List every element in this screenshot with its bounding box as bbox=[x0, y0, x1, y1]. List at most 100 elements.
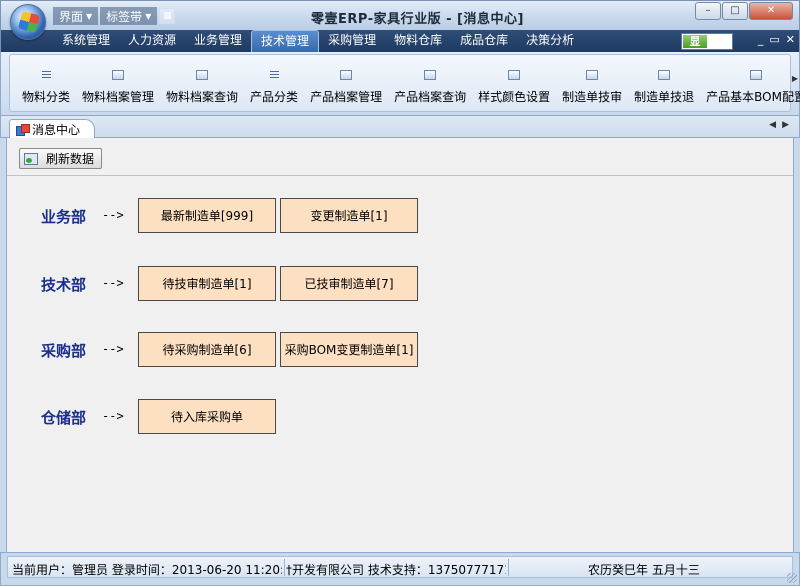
form-icon bbox=[586, 70, 599, 80]
department-row: 采购部 --> 待采购制造单[6] 采购BOM变更制造单[1] bbox=[7, 332, 793, 368]
skin-selector[interactable]: 显 bbox=[681, 33, 733, 50]
tab-scroll-right-icon[interactable]: ▶ bbox=[782, 120, 789, 130]
ribbon-button-2[interactable]: 物料档案查询 bbox=[160, 57, 244, 105]
department-arrow: --> bbox=[102, 342, 124, 356]
ribbon-button-8[interactable]: 制造单技退 bbox=[628, 57, 700, 105]
mdi-close-button[interactable]: ✕ bbox=[786, 33, 795, 46]
ribbon-button-label: 产品分类 bbox=[250, 90, 299, 104]
form-icon bbox=[424, 70, 437, 80]
interface-menu[interactable]: 界面 ▼ bbox=[53, 7, 99, 25]
interface-menu-label: 界面 bbox=[59, 9, 84, 24]
message-link-button[interactable]: 待入库采购单 bbox=[138, 399, 276, 434]
refresh-data-button[interactable]: 刷新数据 bbox=[19, 148, 102, 169]
ribbon-button-label: 产品档案管理 bbox=[310, 90, 383, 104]
application-menu-button[interactable] bbox=[10, 4, 46, 40]
ribbon-button-6[interactable]: 样式颜色设置 bbox=[472, 57, 556, 105]
tab-0[interactable]: 系统管理 bbox=[53, 30, 119, 52]
message-link-button[interactable]: 最新制造单[999] bbox=[138, 198, 276, 233]
tab-7[interactable]: 决策分析 bbox=[517, 30, 583, 52]
department-arrow: --> bbox=[102, 276, 124, 290]
message-center-icon bbox=[16, 123, 30, 136]
tab-4[interactable]: 采购管理 bbox=[319, 30, 385, 52]
ribbon-button-label: 产品基本BOM配置 bbox=[706, 90, 800, 104]
status-user-login: 当前用户：管理员 登录时间：2013-06-20 11:20:05 bbox=[12, 563, 282, 577]
ribbon-button-label: 产品档案查询 bbox=[394, 90, 467, 104]
mdi-restore-button[interactable]: ▭ bbox=[769, 33, 779, 46]
list-icon bbox=[269, 71, 279, 80]
document-tab-strip: 消息中心 ◀ ▶ bbox=[0, 116, 800, 138]
message-center-panel: 刷新数据 业务部 --> 最新制造单[999] 变更制造单[1] 技术部 --> 待技审制造… bbox=[6, 138, 794, 552]
chevron-down-icon: ▼ bbox=[86, 11, 93, 21]
ribbon-button-4[interactable]: 产品档案管理 bbox=[304, 57, 388, 105]
ribbon-button-label: 样式颜色设置 bbox=[478, 90, 551, 104]
doc-tab-message-center[interactable]: 消息中心 bbox=[9, 119, 96, 138]
ribbon-button-label: 物料分类 bbox=[22, 90, 71, 104]
department-label: 技术部 bbox=[41, 276, 87, 294]
chevron-down-icon: ▼ bbox=[145, 11, 152, 21]
tabstrip-menu[interactable]: 标签带 ▼ bbox=[100, 7, 158, 25]
department-label: 业务部 bbox=[41, 208, 87, 226]
list-icon bbox=[41, 71, 51, 80]
department-arrow: --> bbox=[102, 208, 124, 222]
form-icon bbox=[196, 70, 209, 80]
resize-grip[interactable] bbox=[787, 573, 797, 583]
content-toolbar: 刷新数据 bbox=[7, 138, 793, 176]
department-row: 业务部 --> 最新制造单[999] 变更制造单[1] bbox=[7, 198, 793, 234]
title-bar: 界面 ▼ 标签带 ▼ ▦ 零壹ERP-家具行业版 - [消息中心] – □ ✕ bbox=[0, 0, 800, 30]
ribbon-button-label: 制造单技退 bbox=[634, 90, 695, 104]
form-icon bbox=[750, 70, 763, 80]
status-lunar-date: 农历癸巳年 五月十三 bbox=[588, 563, 700, 577]
ribbon-button-label: 物料档案查询 bbox=[166, 90, 239, 104]
ribbon-button-label: 制造单技审 bbox=[562, 90, 623, 104]
status-bar: 当前用户：管理员 登录时间：2013-06-20 11:20:05 †开发有限公… bbox=[0, 552, 800, 586]
status-panel: 当前用户：管理员 登录时间：2013-06-20 11:20:05 †开发有限公… bbox=[7, 556, 793, 578]
ribbon-button-0[interactable]: 物料分类 bbox=[16, 57, 76, 105]
window-title: 零壹ERP-家具行业版 - [消息中心] bbox=[311, 12, 524, 27]
message-link-button[interactable]: 采购BOM变更制造单[1] bbox=[280, 332, 418, 367]
maximize-button[interactable]: □ bbox=[722, 2, 748, 20]
skin-label: 显 bbox=[683, 35, 707, 48]
department-label: 仓储部 bbox=[41, 409, 87, 427]
close-button[interactable]: ✕ bbox=[749, 2, 793, 20]
calculator-icon[interactable]: ▦ bbox=[159, 8, 176, 24]
department-row: 技术部 --> 待技审制造单[1] 已技审制造单[7] bbox=[7, 266, 793, 302]
palette-icon bbox=[508, 70, 521, 80]
mdi-minimize-button[interactable]: _ bbox=[758, 33, 764, 46]
ribbon-button-1[interactable]: 物料档案管理 bbox=[76, 57, 160, 105]
ribbon-tab-bar: 系统管理 人力资源 业务管理 技术管理 采购管理 物料仓库 成品仓库 决策分析 显 _ ▭ ✕ bbox=[0, 30, 800, 52]
ribbon-button-3[interactable]: 产品分类 bbox=[244, 57, 304, 105]
ribbon-button-5[interactable]: 产品档案查询 bbox=[388, 57, 472, 105]
department-arrow: --> bbox=[102, 409, 124, 423]
tab-scroll-left-icon[interactable]: ◀ bbox=[769, 120, 776, 130]
tab-5[interactable]: 物料仓库 bbox=[385, 30, 451, 52]
status-company-support: †开发有限公司 技术支持：13750777171 05 bbox=[286, 563, 506, 577]
refresh-icon bbox=[24, 152, 38, 165]
form-icon bbox=[340, 70, 353, 80]
department-label: 采购部 bbox=[41, 342, 87, 360]
form-icon bbox=[658, 70, 671, 80]
message-link-button[interactable]: 待采购制造单[6] bbox=[138, 332, 276, 367]
tab-3[interactable]: 技术管理 bbox=[251, 30, 320, 52]
tab-1[interactable]: 人力资源 bbox=[119, 30, 185, 52]
ribbon-group: 物料分类 物料档案管理 物料档案查询 产品分类 产品档案管理 产品档案查询 样式颜色设置 制造… bbox=[9, 54, 800, 112]
ribbon-tabs: 系统管理 人力资源 业务管理 技术管理 采购管理 物料仓库 成品仓库 决策分析 bbox=[53, 30, 583, 52]
ribbon-button-7[interactable]: 制造单技审 bbox=[556, 57, 628, 105]
tab-6[interactable]: 成品仓库 bbox=[451, 30, 517, 52]
ribbon-panel: 物料分类 物料档案管理 物料档案查询 产品分类 产品档案管理 产品档案查询 样式颜色设置 制造… bbox=[0, 52, 800, 116]
quick-access-toolbar: 界面 ▼ 标签带 ▼ ▦ bbox=[53, 7, 176, 25]
message-link-button[interactable]: 待技审制造单[1] bbox=[138, 266, 276, 301]
status-divider bbox=[284, 559, 285, 576]
tab-2[interactable]: 业务管理 bbox=[185, 30, 251, 52]
minimize-button[interactable]: – bbox=[695, 2, 721, 20]
ribbon-button-9[interactable]: 产品基本BOM配置 bbox=[700, 57, 800, 105]
doc-tab-nav: ◀ ▶ bbox=[769, 120, 789, 130]
app-logo-icon bbox=[17, 10, 41, 34]
refresh-data-label: 刷新数据 bbox=[46, 152, 95, 166]
ribbon-button-label: 物料档案管理 bbox=[82, 90, 155, 104]
department-row: 仓储部 --> 待入库采购单 bbox=[7, 399, 793, 435]
doc-tab-label: 消息中心 bbox=[32, 122, 81, 137]
message-link-button[interactable]: 已技审制造单[7] bbox=[280, 266, 418, 301]
status-divider bbox=[508, 559, 509, 576]
ribbon-scroll-right-icon[interactable]: ▶ bbox=[792, 74, 798, 83]
message-link-button[interactable]: 变更制造单[1] bbox=[280, 198, 418, 233]
